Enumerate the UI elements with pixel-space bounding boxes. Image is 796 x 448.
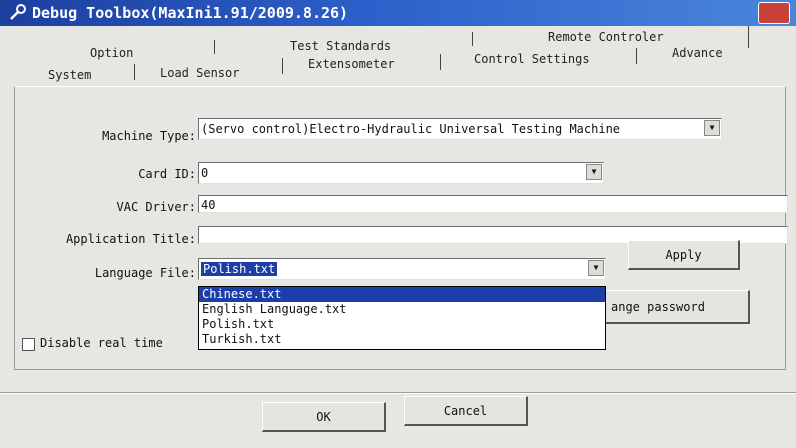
window-title: Debug Toolbox(MaxIni1.91/2009.8.26): [32, 4, 349, 22]
divider: [0, 393, 796, 394]
tab-divider: [282, 58, 283, 74]
vac-driver-label: VAC Driver:: [116, 200, 196, 214]
language-file-dropdown-list: Chinese.txt English Language.txt Polish.…: [198, 286, 606, 350]
chevron-down-icon[interactable]: ▼: [704, 120, 720, 136]
vac-driver-value: 40: [201, 198, 216, 212]
tab-load-sensor[interactable]: Load Sensor: [160, 66, 239, 80]
language-file-select[interactable]: Polish.txt ▼: [198, 258, 606, 280]
card-id-value: 0: [201, 166, 209, 180]
tab-divider: [134, 64, 135, 80]
tab-divider: [472, 32, 473, 46]
language-file-label: Language File:: [94, 266, 196, 280]
tab-test-standards[interactable]: Test Standards: [290, 39, 391, 53]
apply-button[interactable]: Apply: [628, 240, 740, 270]
title-bar[interactable]: Debug Toolbox(MaxIni1.91/2009.8.26): [0, 0, 796, 26]
tab-divider: [748, 26, 749, 48]
cancel-button[interactable]: Cancel: [404, 396, 528, 426]
wrench-icon: [10, 4, 26, 20]
card-id-select[interactable]: 0 ▼: [198, 162, 604, 184]
list-item[interactable]: Turkish.txt: [199, 332, 605, 347]
change-password-button[interactable]: ange password: [600, 290, 750, 324]
tab-divider: [636, 48, 637, 64]
tab-option[interactable]: Option: [90, 46, 133, 60]
tab-extensometer[interactable]: Extensometer: [308, 57, 395, 71]
machine-type-value: (Servo control)Electro-Hydraulic Univers…: [201, 122, 621, 136]
machine-type-label: Machine Type:: [102, 129, 196, 143]
card-id-label: Card ID:: [138, 167, 196, 181]
tab-advance[interactable]: Advance: [672, 46, 723, 60]
list-item[interactable]: Chinese.txt: [199, 287, 605, 302]
disable-realtime-checkbox[interactable]: [22, 338, 35, 351]
ok-button[interactable]: OK: [262, 402, 386, 432]
application-title-label: Application Title:: [65, 232, 196, 246]
close-button[interactable]: [758, 2, 790, 24]
list-item[interactable]: English Language.txt: [199, 302, 605, 317]
list-item[interactable]: Polish.txt: [199, 317, 605, 332]
language-file-value: Polish.txt: [201, 262, 278, 276]
disable-realtime-label: Disable real time: [40, 336, 163, 350]
machine-type-select[interactable]: (Servo control)Electro-Hydraulic Univers…: [198, 118, 722, 140]
tab-remote-controler[interactable]: Remote Controler: [548, 30, 664, 44]
chevron-down-icon[interactable]: ▼: [586, 164, 602, 180]
tab-system[interactable]: System: [48, 68, 91, 82]
vac-driver-input[interactable]: 40: [198, 195, 788, 213]
chevron-down-icon[interactable]: ▼: [588, 260, 604, 276]
debug-toolbox-window: Debug Toolbox(MaxIni1.91/2009.8.26) Opti…: [0, 0, 796, 448]
tab-divider: [440, 54, 441, 70]
tab-strip: Option Test Standards Remote Controler E…: [0, 26, 796, 86]
tab-divider: [214, 40, 215, 54]
tab-control-settings[interactable]: Control Settings: [474, 52, 590, 66]
